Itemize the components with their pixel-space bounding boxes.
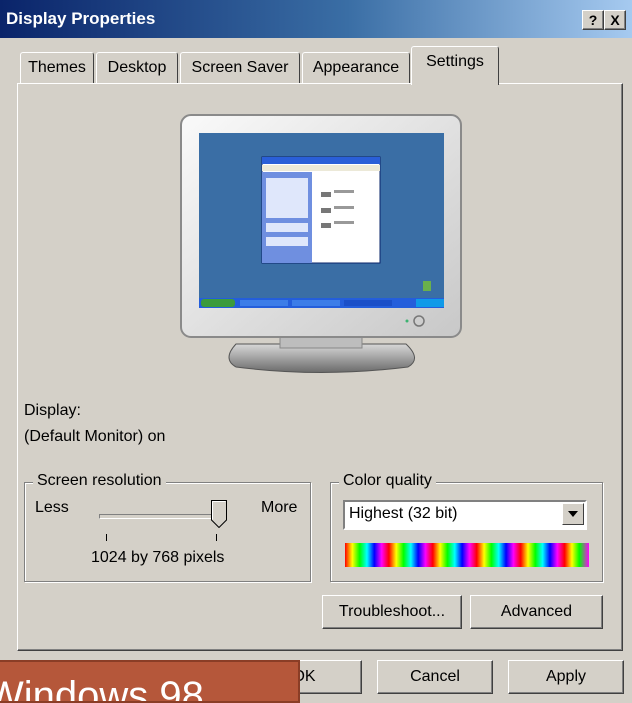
color-quality-select[interactable]: Highest (32 bit) <box>343 500 587 530</box>
tab-themes[interactable]: Themes <box>20 52 94 83</box>
caption-overlay: Windows 98 <box>0 660 300 703</box>
tab-desktop[interactable]: Desktop <box>96 52 178 83</box>
advanced-button[interactable]: Advanced <box>470 595 603 629</box>
title-bar: Display Properties ? X <box>0 0 632 38</box>
color-quality-group: Color quality Highest (32 bit) <box>330 472 603 582</box>
help-button[interactable]: ? <box>582 10 604 30</box>
resolution-value: 1024 by 768 pixels <box>91 549 225 566</box>
close-button[interactable]: X <box>604 10 626 30</box>
chevron-down-icon[interactable] <box>562 503 584 525</box>
color-quality-selected: Highest (32 bit) <box>349 505 458 522</box>
color-spectrum-bar <box>345 543 589 567</box>
monitor-preview <box>180 114 462 373</box>
resolution-slider-thumb[interactable] <box>210 500 227 528</box>
display-value: (Default Monitor) on <box>24 428 166 445</box>
display-label: Display: <box>24 402 81 419</box>
resolution-slider-track[interactable] <box>99 514 227 519</box>
cancel-button[interactable]: Cancel <box>377 660 493 694</box>
more-label: More <box>261 499 298 516</box>
screen-resolution-legend: Screen resolution <box>33 472 166 490</box>
less-label: Less <box>35 499 69 516</box>
slider-tick-min <box>106 534 107 541</box>
color-quality-legend: Color quality <box>339 472 436 490</box>
slider-tick-max <box>216 534 217 541</box>
window-title: Display Properties <box>6 9 156 28</box>
troubleshoot-button[interactable]: Troubleshoot... <box>322 595 462 629</box>
apply-button[interactable]: Apply <box>508 660 624 694</box>
tab-screen-saver[interactable]: Screen Saver <box>180 52 300 83</box>
screen-resolution-group: Screen resolution Less More 1024 by 768 … <box>24 472 311 582</box>
caption-text: Windows 98 <box>0 674 204 703</box>
tab-appearance[interactable]: Appearance <box>302 52 410 83</box>
tab-settings[interactable]: Settings <box>411 46 499 85</box>
settings-panel: Display: (Default Monitor) on Screen res… <box>17 83 623 651</box>
